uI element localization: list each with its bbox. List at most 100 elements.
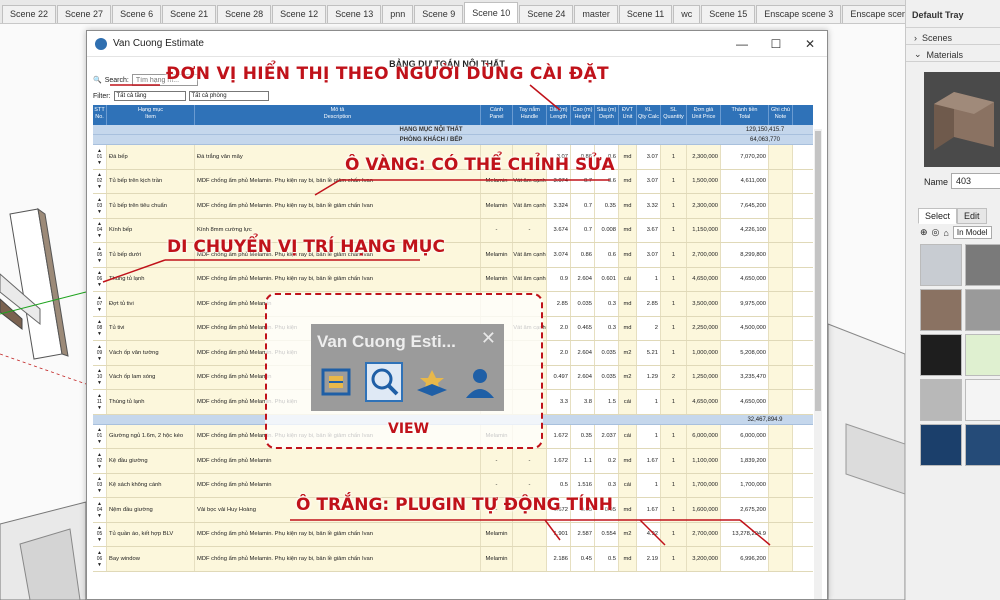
reorder-control[interactable]: ▲ 05 ▼: [93, 243, 107, 267]
materials-panel-header[interactable]: ⌄ Materials: [906, 45, 1000, 62]
cell-price[interactable]: 2,250,000: [687, 316, 721, 340]
cell-note[interactable]: [769, 218, 793, 242]
move-down-icon[interactable]: ▼: [97, 405, 102, 411]
cell-unit[interactable]: md: [619, 449, 637, 473]
cell-unit[interactable]: cái: [619, 267, 637, 291]
reorder-control[interactable]: ▲ 03 ▼: [93, 473, 107, 497]
material-swatch[interactable]: [965, 379, 1000, 421]
cell-note[interactable]: [769, 267, 793, 291]
cell-handle[interactable]: [513, 547, 547, 571]
cell-panel[interactable]: -: [481, 218, 513, 242]
cell-price[interactable]: 1,000,000: [687, 341, 721, 365]
move-down-icon[interactable]: ▼: [97, 258, 102, 264]
cell-name[interactable]: Tủ bếp trên tiêu chuẩn: [107, 194, 195, 218]
cell-name[interactable]: Giường ngủ 1.6m, 2 hộc kéo: [107, 424, 195, 448]
cell-name[interactable]: Vách ốp lam sóng: [107, 365, 195, 389]
cell-unit[interactable]: md: [619, 547, 637, 571]
material-swatch[interactable]: [965, 289, 1000, 331]
cell-sl[interactable]: 1: [661, 522, 687, 546]
scene-tab[interactable]: Scene 11: [618, 5, 673, 23]
cell-name[interactable]: Tủ quần áo, kết hợp BLV: [107, 522, 195, 546]
cell-price[interactable]: 4,650,000: [687, 267, 721, 291]
cell-note[interactable]: [769, 316, 793, 340]
cell-price[interactable]: 1,700,000: [687, 473, 721, 497]
cell-unit[interactable]: m2: [619, 522, 637, 546]
cell-price[interactable]: 1,600,000: [687, 498, 721, 522]
reorder-control[interactable]: ▲ 05 ▼: [93, 522, 107, 546]
cell-name[interactable]: Kệ đầu giường: [107, 449, 195, 473]
cell-handle[interactable]: Vát âm cạnh: [513, 243, 547, 267]
reorder-control[interactable]: ▲ 04 ▼: [93, 218, 107, 242]
cell-desc[interactable]: MDF chống ẩm phủ Melamin. Phụ kiện ray b…: [195, 522, 481, 546]
cell-sl[interactable]: 1: [661, 424, 687, 448]
scene-tab[interactable]: Scene 28: [217, 5, 272, 23]
scene-tab[interactable]: Scene 15: [701, 5, 756, 23]
cell-note[interactable]: [769, 341, 793, 365]
cell-unit[interactable]: md: [619, 218, 637, 242]
cell-unit[interactable]: md: [619, 316, 637, 340]
material-swatch[interactable]: [920, 424, 962, 466]
scene-tab[interactable]: Scene 13: [327, 5, 382, 23]
move-down-icon[interactable]: ▼: [97, 464, 102, 470]
home-icon[interactable]: ⌂: [943, 228, 948, 238]
reorder-control[interactable]: ▲ 07 ▼: [93, 292, 107, 316]
scene-tab[interactable]: Scene 27: [57, 5, 112, 23]
cell-note[interactable]: [769, 424, 793, 448]
cell-price[interactable]: 2,300,000: [687, 194, 721, 218]
move-down-icon[interactable]: ▼: [97, 233, 102, 239]
scene-tab[interactable]: Scene 6: [112, 5, 162, 23]
cell-panel[interactable]: Melamin: [481, 243, 513, 267]
cell-handle[interactable]: -: [513, 218, 547, 242]
estimate-icon[interactable]: [317, 362, 355, 402]
cell-price[interactable]: 1,100,000: [687, 449, 721, 473]
material-library-select[interactable]: In Model: [952, 226, 992, 239]
cell-note[interactable]: [769, 194, 793, 218]
table-scrollbar-thumb[interactable]: [815, 131, 821, 411]
material-swatch[interactable]: [920, 379, 962, 421]
cell-name[interactable]: Đợt tủ tivi: [107, 292, 195, 316]
layers-icon[interactable]: [413, 362, 451, 402]
reorder-control[interactable]: ▲ 04 ▼: [93, 498, 107, 522]
cell-name[interactable]: Kệ sách không cánh: [107, 473, 195, 497]
scene-tab[interactable]: Scene 22: [2, 5, 57, 23]
cell-price[interactable]: 6,000,000: [687, 424, 721, 448]
reorder-control[interactable]: ▲ 09 ▼: [93, 341, 107, 365]
cell-note[interactable]: [769, 498, 793, 522]
cell-unit[interactable]: md: [619, 292, 637, 316]
close-icon[interactable]: ✕: [481, 328, 496, 349]
scenes-panel-header[interactable]: › Scenes: [906, 28, 1000, 45]
cell-note[interactable]: [769, 449, 793, 473]
maximize-icon[interactable]: ☐: [759, 37, 793, 51]
cell-name[interactable]: Thùng tủ lạnh: [107, 267, 195, 291]
cell-price[interactable]: 2,300,000: [687, 145, 721, 169]
cell-desc[interactable]: MDF chống ẩm phủ Melamin. Phụ kiện ray b…: [195, 194, 481, 218]
cell-sl[interactable]: 2: [661, 365, 687, 389]
cell-panel[interactable]: Melamin: [481, 522, 513, 546]
window-titlebar[interactable]: Van Cuong Estimate — ☐ ✕: [87, 31, 827, 57]
move-down-icon[interactable]: ▼: [97, 513, 102, 519]
cell-price[interactable]: 1,500,000: [687, 169, 721, 193]
cell-sl[interactable]: 1: [661, 547, 687, 571]
cell-sl[interactable]: 1: [661, 341, 687, 365]
tab-select[interactable]: Select: [918, 208, 958, 224]
cell-sl[interactable]: 1: [661, 390, 687, 414]
cell-price[interactable]: 4,650,000: [687, 390, 721, 414]
cell-sl[interactable]: 1: [661, 473, 687, 497]
cell-note[interactable]: [769, 473, 793, 497]
reorder-control[interactable]: ▲ 01 ▼: [93, 424, 107, 448]
cell-unit[interactable]: m2: [619, 341, 637, 365]
cell-handle[interactable]: -: [513, 449, 547, 473]
cell-price[interactable]: 3,500,000: [687, 292, 721, 316]
cell-desc[interactable]: MDF chống ẩm phủ Melamin: [195, 449, 481, 473]
cell-sl[interactable]: 1: [661, 449, 687, 473]
cell-note[interactable]: [769, 390, 793, 414]
add-material-icon[interactable]: ⊕: [920, 227, 928, 238]
material-swatch[interactable]: [920, 289, 962, 331]
cell-unit[interactable]: md: [619, 498, 637, 522]
reorder-control[interactable]: ▲ 02 ▼: [93, 449, 107, 473]
material-swatch[interactable]: [920, 334, 962, 376]
cell-sl[interactable]: 1: [661, 243, 687, 267]
cell-price[interactable]: 1,150,000: [687, 218, 721, 242]
cell-price[interactable]: 3,200,000: [687, 547, 721, 571]
cell-sl[interactable]: 1: [661, 316, 687, 340]
